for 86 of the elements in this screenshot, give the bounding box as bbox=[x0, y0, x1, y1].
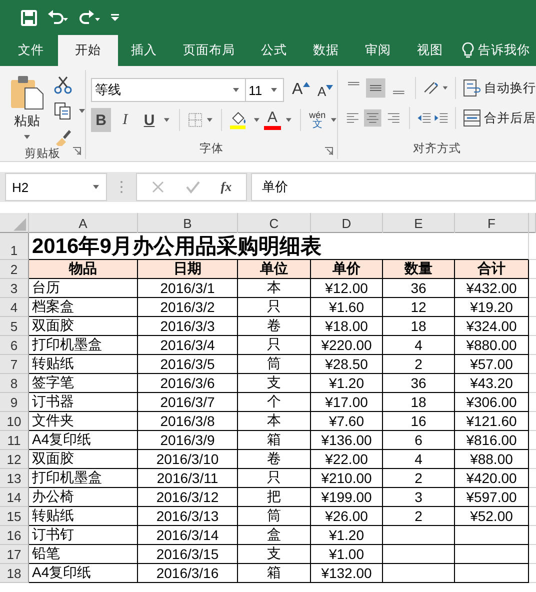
shrink-font-button[interactable]: A bbox=[317, 81, 337, 99]
table-cell: A4复印纸 bbox=[29, 564, 138, 583]
caret-icon bbox=[92, 184, 100, 190]
merge-center-button[interactable]: 合并后居 bbox=[463, 109, 536, 127]
row-header[interactable]: 13 bbox=[0, 469, 29, 488]
caret-icon[interactable] bbox=[252, 117, 260, 123]
row-header[interactable]: 4 bbox=[0, 298, 29, 317]
merge-icon bbox=[463, 109, 482, 127]
row-header[interactable]: 18 bbox=[0, 564, 29, 583]
align-middle-button[interactable] bbox=[366, 76, 386, 100]
row-header[interactable]: 12 bbox=[0, 450, 29, 469]
clipboard-icon bbox=[9, 74, 45, 110]
caret-icon[interactable] bbox=[78, 108, 86, 114]
group-label: 对齐方式 bbox=[413, 141, 461, 157]
wrap-text-button[interactable]: 自动换行 bbox=[463, 79, 536, 97]
ribbon-tab[interactable]: 审阅 bbox=[352, 35, 404, 66]
font-name-field[interactable]: 等线 bbox=[91, 78, 246, 102]
ribbon-tab[interactable]: 数据 bbox=[300, 35, 352, 66]
row-header[interactable]: 15 bbox=[0, 507, 29, 526]
caret-icon[interactable] bbox=[284, 117, 292, 123]
borders-icon[interactable] bbox=[188, 112, 202, 128]
italic-button[interactable]: I bbox=[115, 108, 136, 132]
column-heading: 单位 bbox=[238, 260, 311, 279]
row-header[interactable]: 11 bbox=[0, 431, 29, 450]
caret-icon bbox=[270, 87, 278, 93]
dialog-launcher-icon[interactable] bbox=[325, 147, 333, 155]
row-header[interactable]: 6 bbox=[0, 336, 29, 355]
row-header[interactable]: 10 bbox=[0, 412, 29, 431]
font-color-button[interactable]: A bbox=[264, 110, 281, 130]
font-size-field[interactable]: 11 bbox=[244, 78, 284, 102]
caret-icon[interactable] bbox=[442, 85, 448, 91]
phonetic-button[interactable]: wén 文 bbox=[309, 110, 326, 130]
column-heading: 日期 bbox=[138, 260, 238, 279]
row-header[interactable]: 7 bbox=[0, 355, 29, 374]
group-label: 字体 bbox=[200, 141, 224, 157]
row-header[interactable]: 16 bbox=[0, 526, 29, 545]
caret-icon bbox=[232, 87, 240, 93]
table-cell bbox=[383, 564, 455, 583]
grip-icon bbox=[120, 180, 123, 194]
ribbon-tab[interactable]: 插入 bbox=[118, 35, 170, 66]
row-header[interactable]: 3 bbox=[0, 279, 29, 298]
dialog-launcher-icon[interactable] bbox=[73, 147, 81, 155]
table-cell: 2016/3/16 bbox=[138, 564, 238, 583]
ribbon-tab[interactable]: 开始 bbox=[58, 35, 118, 66]
grow-font-button[interactable]: A bbox=[292, 81, 314, 99]
ribbon-tab[interactable]: 视图 bbox=[404, 35, 456, 66]
formula-field[interactable]: 单价 bbox=[251, 173, 536, 201]
row-header[interactable]: 2 bbox=[0, 260, 29, 279]
format-painter-icon[interactable] bbox=[54, 128, 72, 146]
column-heading: 物品 bbox=[29, 260, 138, 279]
name-box[interactable]: H2 bbox=[5, 173, 107, 201]
redo-icon[interactable] bbox=[79, 10, 101, 26]
tell-me-field[interactable]: 告诉我你 bbox=[478, 42, 530, 59]
paste-button[interactable]: 粘贴 bbox=[10, 74, 44, 146]
lightbulb-icon[interactable] bbox=[462, 42, 474, 59]
copy-icon[interactable] bbox=[54, 102, 72, 120]
row-header[interactable]: 8 bbox=[0, 374, 29, 393]
caret-icon[interactable] bbox=[330, 117, 337, 123]
row-header[interactable]: 1 bbox=[0, 233, 29, 260]
column-heading: 合计 bbox=[455, 260, 529, 279]
scissors-icon[interactable] bbox=[54, 76, 72, 94]
save-icon[interactable] bbox=[21, 10, 37, 26]
caret-icon bbox=[23, 134, 31, 140]
bold-button[interactable]: B bbox=[91, 108, 112, 132]
row-header[interactable]: 14 bbox=[0, 488, 29, 507]
orientation-icon[interactable] bbox=[422, 79, 439, 97]
table-cell: ¥132.00 bbox=[311, 564, 383, 583]
undo-icon[interactable] bbox=[47, 10, 69, 26]
row-header[interactable]: 5 bbox=[0, 317, 29, 336]
insert-function-button[interactable]: fx bbox=[220, 179, 232, 195]
row-header[interactable]: 17 bbox=[0, 545, 29, 564]
group-label: 剪贴板 bbox=[24, 146, 60, 161]
ribbon-tab[interactable]: 文件 bbox=[0, 35, 58, 66]
triangle-icon bbox=[302, 82, 310, 87]
caret-icon[interactable] bbox=[206, 117, 214, 123]
wrap-icon bbox=[463, 79, 481, 97]
row-header[interactable]: 9 bbox=[0, 393, 29, 412]
column-heading: 单价 bbox=[311, 260, 383, 279]
ribbon-tab[interactable]: 页面布局 bbox=[170, 35, 248, 66]
caret-icon[interactable] bbox=[163, 117, 171, 123]
underline-button[interactable]: U bbox=[139, 108, 160, 132]
ribbon-tab[interactable]: 公式 bbox=[248, 35, 300, 66]
column-heading: 数量 bbox=[383, 260, 455, 279]
table-cell: 箱 bbox=[238, 564, 311, 583]
customize-icon[interactable] bbox=[111, 14, 119, 22]
triangle-icon bbox=[326, 85, 334, 90]
